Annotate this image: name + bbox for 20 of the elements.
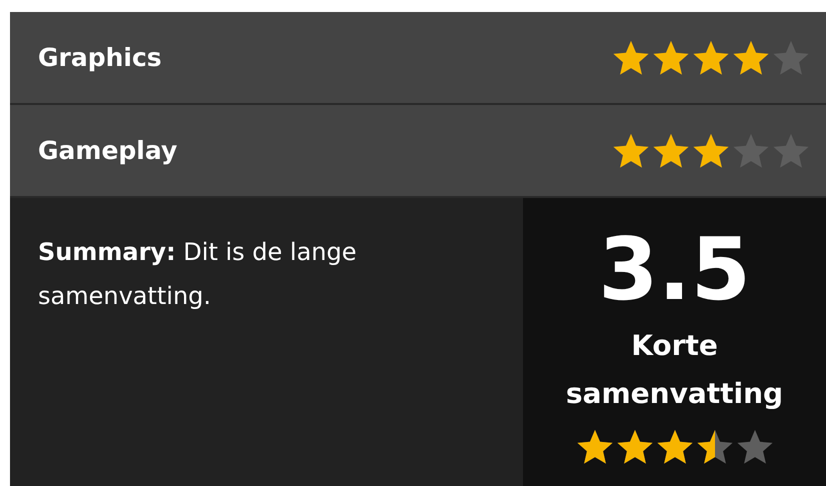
rating-label: Graphics — [38, 43, 162, 72]
score-caption: Korte samenvatting — [564, 328, 784, 412]
star-icon — [736, 428, 774, 466]
star-icon — [612, 132, 650, 170]
star-icon — [652, 38, 690, 76]
rating-label: Gameplay — [38, 136, 178, 165]
star-icon — [732, 132, 770, 170]
star-icon — [772, 132, 810, 170]
star-icon — [576, 428, 614, 466]
star-icon — [692, 38, 730, 76]
summary-text: Summary: Dit is de lange samenvatting. — [38, 237, 358, 312]
star-icon — [692, 132, 730, 170]
star-icon — [656, 428, 694, 466]
star-icon — [652, 132, 690, 170]
star-icon — [732, 38, 770, 76]
star-icon — [696, 428, 734, 466]
score-value: 3.5 — [598, 222, 751, 318]
star-icon — [616, 428, 654, 466]
star-icon — [612, 38, 650, 76]
star-icon — [772, 38, 810, 76]
